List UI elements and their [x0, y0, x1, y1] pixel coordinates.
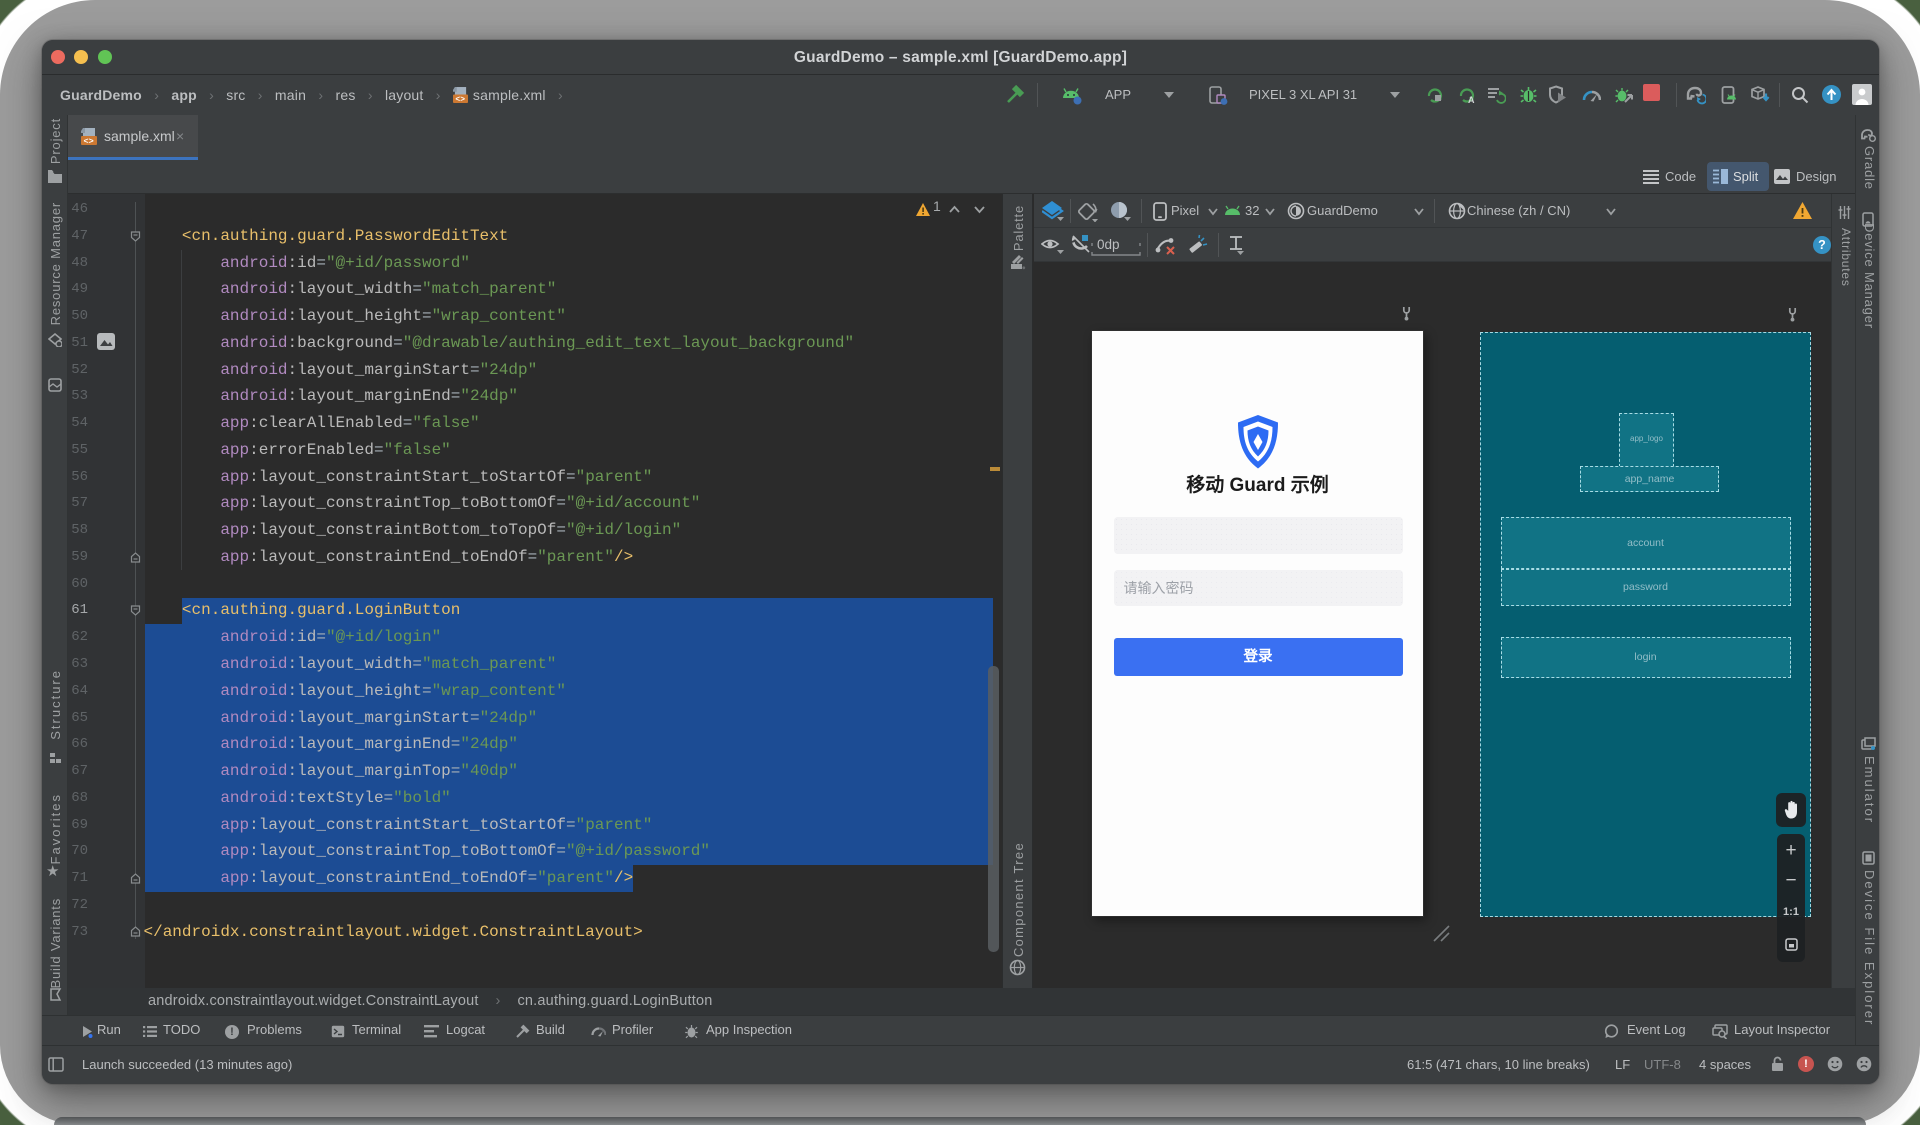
svg-text:<>: <>	[84, 137, 94, 146]
svg-text:A: A	[1468, 95, 1475, 105]
svg-text:<>: <>	[455, 96, 465, 103]
